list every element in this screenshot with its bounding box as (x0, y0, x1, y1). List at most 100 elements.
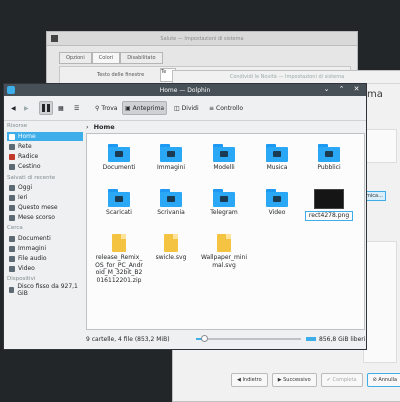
file-view: Documenti Immagini Modelli Musica Pubblici Sc… (86, 133, 365, 330)
sidebar-item-audio[interactable]: File audio (7, 254, 83, 263)
zoom-slider[interactable] (196, 335, 301, 342)
folder-icon (213, 189, 235, 207)
svg-file-icon (164, 234, 178, 252)
control-menu-button[interactable]: ≡ Controllo (206, 101, 246, 115)
back-nav-button[interactable]: ◀ (8, 101, 19, 115)
zoom-slider-handle[interactable] (201, 335, 209, 342)
sidebar-item-root[interactable]: Radice (7, 152, 83, 161)
dolphin-toolbar: ◀ ▶ ▦ ☰ ⚲ Trova ▣ Anteprima ◫ Dividi ≡ Contr… (4, 96, 366, 121)
arrow-right-icon: ▶ (24, 104, 29, 112)
file-name: Video (268, 209, 286, 216)
forward-nav-button[interactable]: ▶ (21, 101, 32, 115)
settings-window-title: Salute — Impostazioni di sistema (160, 35, 244, 42)
free-space-bar (306, 337, 316, 341)
settings-tabs: Opzioni Colori Disabilitato (59, 52, 163, 64)
breadcrumb-home[interactable]: Home (94, 123, 115, 131)
dolphin-app-icon (7, 86, 15, 94)
file-item[interactable]: Video (253, 189, 301, 217)
file-name: Musica (266, 164, 288, 171)
file-item[interactable]: Documenti (95, 144, 143, 172)
sidebar-item-hard-disk[interactable]: Disco fisso da 927,1 GiB (7, 283, 83, 297)
split-icon: ◫ (174, 104, 180, 112)
audio-icon (9, 255, 15, 262)
arrow-left-icon: ◀ (11, 104, 16, 112)
tab-options[interactable]: Opzioni (59, 52, 92, 64)
sidebar-item-network[interactable]: Rete (7, 142, 83, 151)
calendar-icon (9, 184, 15, 191)
sidebar-item-today[interactable]: Oggi (7, 183, 83, 192)
places-panel: Risorse Home Rete Radice Cestino Salvati… (4, 121, 84, 349)
file-item[interactable]: Telegram (200, 189, 248, 217)
image-thumbnail-icon (314, 189, 344, 209)
file-name: Modelli (213, 164, 235, 171)
sidebar-item-this-month[interactable]: Questo mese (7, 203, 83, 212)
close-icon[interactable]: ✕ (352, 85, 361, 93)
next-button[interactable]: ▶ Successivo (271, 373, 317, 387)
preview-button[interactable]: ▣ Anteprima (122, 101, 168, 115)
menu-icon: ≡ (209, 104, 215, 112)
back-button[interactable]: ◀ Indietro (231, 373, 268, 387)
chevron-right-icon: › (86, 123, 89, 131)
file-name: Pubblici (317, 164, 341, 171)
status-bar: 9 cartelle, 4 file (853,2 MiB) 856,8 GiB… (86, 333, 366, 345)
search-icon: ⚲ (95, 104, 100, 112)
file-name: rect4278.png (305, 211, 353, 221)
section-recent: Salvati di recente (7, 175, 56, 181)
share-panel (363, 129, 397, 163)
hard-disk-icon (9, 286, 15, 293)
dolphin-window: Home — Dolphin ⌄ ⌃ ✕ ◀ ▶ ▦ ☰ ⚲ Trova ▣ Ant… (3, 83, 367, 350)
sidebar-item-documents[interactable]: Documenti (7, 234, 83, 243)
file-item[interactable]: Pubblici (305, 144, 353, 172)
file-item[interactable]: swicle.svg (147, 234, 195, 262)
tab-colors[interactable]: Colori (91, 52, 121, 64)
grid-view-icon (42, 104, 50, 112)
file-item[interactable]: release_Remix_OS_for_PC_Android_M_32bit_… (95, 234, 143, 284)
dolphin-titlebar: Home — Dolphin ⌄ ⌃ ✕ (4, 84, 366, 96)
root-folder-icon (9, 153, 15, 160)
section-resources: Risorse (7, 123, 28, 129)
breadcrumb: › Home (86, 121, 366, 133)
chevron-up-icon[interactable]: ⌃ (337, 85, 346, 93)
video-icon (9, 265, 15, 272)
split-button[interactable]: ◫ Dividi (171, 101, 202, 115)
file-name: Scaricati (106, 209, 132, 216)
finish-button[interactable]: ✔ Completa (320, 373, 363, 387)
folder-icon (318, 144, 340, 162)
sidebar-item-last-month[interactable]: Mese scorso (7, 213, 83, 222)
tab-disabled[interactable]: Disabilitato (120, 52, 163, 64)
preview-icon: ▣ (125, 104, 131, 112)
file-name: Wallpaper_minimal.svg (201, 254, 247, 269)
cancel-button[interactable]: ⊘ Annulla (366, 373, 400, 387)
sidebar-item-yesterday[interactable]: Ieri (7, 193, 83, 202)
status-summary: 9 cartelle, 4 file (853,2 MiB) (86, 335, 170, 343)
file-item[interactable]: Wallpaper_minimal.svg (200, 234, 248, 269)
file-name: Scrivania (157, 209, 185, 216)
icons-view-button[interactable] (39, 101, 53, 115)
wizard-buttons: ◀ Indietro ▶ Successivo ✔ Completa ⊘ Ann… (231, 373, 400, 387)
file-item[interactable]: Modelli (200, 144, 248, 172)
network-icon (9, 143, 15, 150)
calendar-icon (9, 214, 15, 221)
free-space-label: 856,8 GiB liberi (319, 335, 366, 343)
folder-icon (266, 144, 288, 162)
settings-window-titlebar: Salute — Impostazioni di sistema (47, 32, 357, 46)
file-item[interactable]: Immagini (147, 144, 195, 172)
file-item[interactable]: Musica (253, 144, 301, 172)
sidebar-item-images[interactable]: Immagini (7, 244, 83, 253)
sidebar-item-trash[interactable]: Cestino (7, 162, 83, 171)
svg-file-icon (217, 234, 231, 252)
sidebar-item-video[interactable]: Video (7, 264, 83, 273)
image-icon (9, 245, 15, 252)
share-heading-fragment: ma (367, 89, 383, 100)
file-item[interactable]: Scaricati (95, 189, 143, 217)
chevron-down-icon[interactable]: ⌄ (322, 85, 331, 93)
folder-icon (213, 144, 235, 162)
compact-view-icon: ▦ (58, 104, 64, 112)
trash-icon (9, 163, 15, 170)
sidebar-item-home[interactable]: Home (7, 132, 83, 141)
file-item[interactable]: rect4278.png (305, 189, 353, 221)
search-button[interactable]: ⚲ Trova (92, 101, 120, 115)
compact-view-button[interactable]: ▦ (55, 101, 67, 115)
file-item[interactable]: Scrivania (147, 189, 195, 217)
details-view-button[interactable]: ☰ (71, 101, 82, 115)
